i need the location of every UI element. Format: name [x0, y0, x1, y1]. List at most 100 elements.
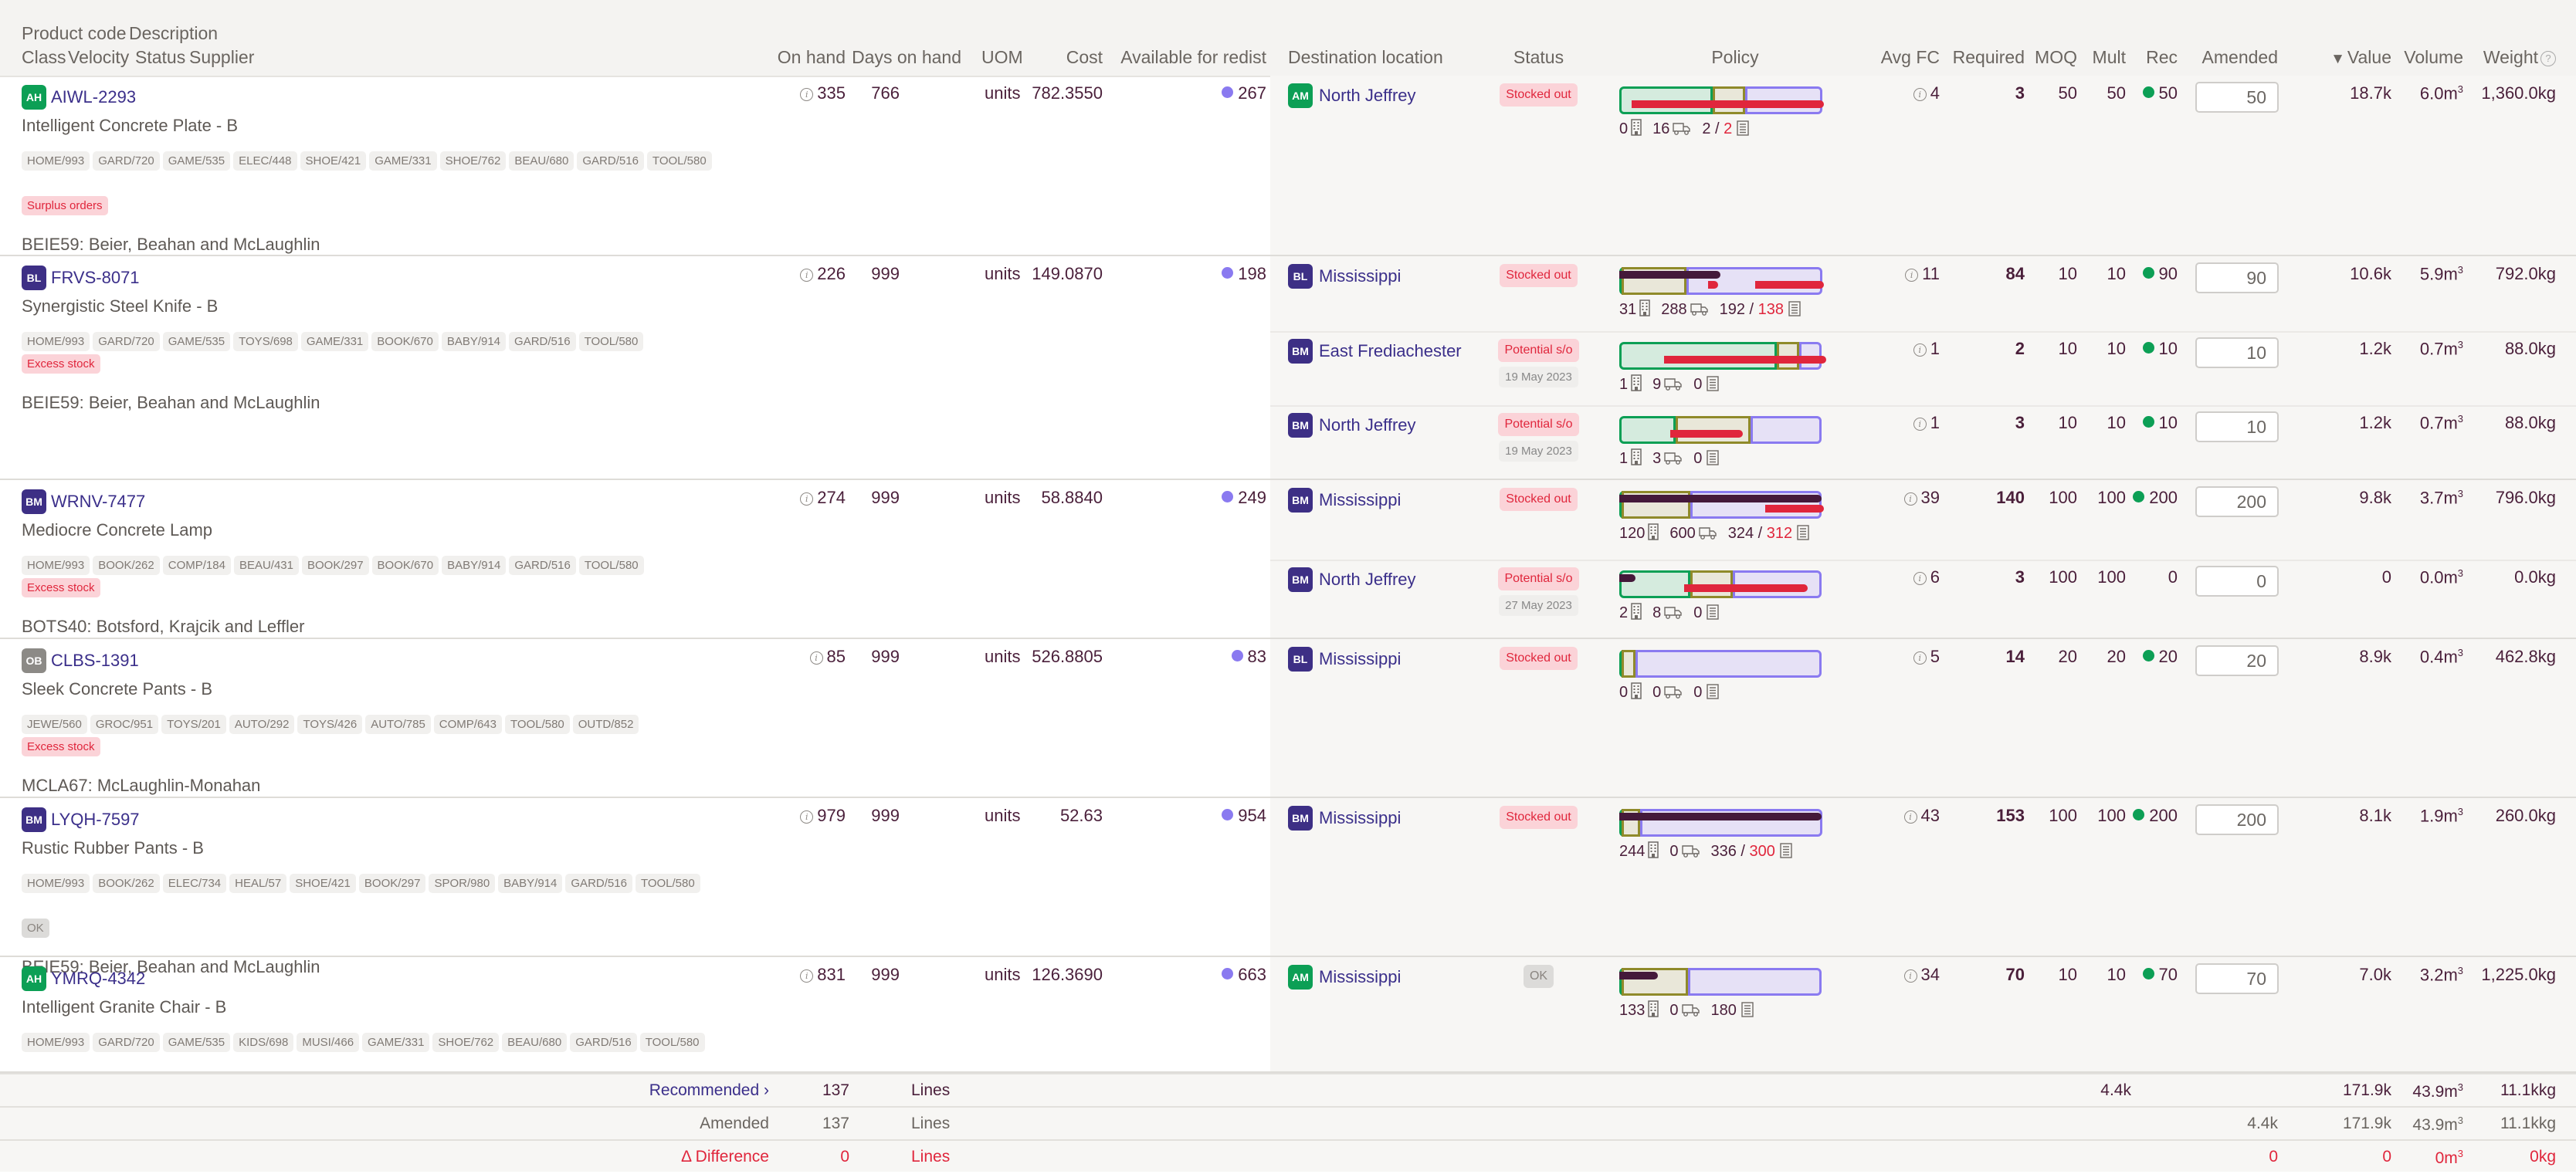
destination-name-link[interactable]: Mississippi: [1319, 266, 1401, 286]
policy-bar[interactable]: [1619, 809, 1822, 837]
header-cost[interactable]: Cost: [1066, 47, 1103, 68]
product-code-link[interactable]: YMRQ-4342: [51, 969, 145, 988]
amended-quantity-input[interactable]: [2195, 804, 2279, 835]
supplier-name: BOTS40: Botsford, Krajcik and Leffler: [22, 617, 305, 636]
amended-quantity-input[interactable]: [2195, 337, 2279, 368]
volume-unit: m: [2443, 647, 2458, 667]
policy-bar[interactable]: [1619, 267, 1824, 295]
header-supplier[interactable]: Supplier: [189, 47, 254, 68]
header-velocity[interactable]: Velocity: [68, 47, 129, 68]
policy-bar[interactable]: [1619, 86, 1824, 114]
header-weight[interactable]: Weight?: [2483, 47, 2556, 68]
info-icon[interactable]: i: [800, 88, 814, 101]
amended-lines-count: 137: [822, 1115, 849, 1132]
info-icon[interactable]: i: [1913, 343, 1927, 357]
header-status[interactable]: Status: [135, 47, 185, 68]
destination-name-link[interactable]: North Jeffrey: [1319, 86, 1416, 105]
product-code-link[interactable]: CLBS-1391: [51, 651, 139, 670]
category-tag: OUTD/852: [572, 715, 639, 734]
recommended-link[interactable]: Recommended ›: [649, 1081, 769, 1100]
product-code-link[interactable]: WRNV-7477: [51, 492, 145, 511]
orders-count: 0: [1693, 450, 1703, 467]
category-tag: BABY/914: [442, 556, 507, 575]
header-product-code[interactable]: Product code: [22, 23, 127, 44]
status-badge: Potential s/o: [1498, 567, 1579, 590]
header-value[interactable]: ▼ Value: [2330, 47, 2391, 68]
header-volume[interactable]: Volume: [2404, 47, 2463, 68]
help-icon[interactable]: ?: [2540, 51, 2556, 66]
amended-quantity-input[interactable]: [2195, 411, 2279, 442]
amended-quantity-input[interactable]: [2195, 82, 2279, 113]
category-tag: SPOR/980: [429, 874, 496, 893]
destination-name-link[interactable]: East Frediachester: [1319, 341, 1462, 360]
header-moq[interactable]: MOQ: [2035, 47, 2077, 68]
policy-onhand-bar: [1619, 813, 1822, 820]
destination-status: Potential s/o 19 May 2023: [1490, 413, 1587, 462]
policy-bar[interactable]: [1619, 650, 1822, 678]
header-avg-fc[interactable]: Avg FC: [1881, 47, 1940, 68]
destination-name-link[interactable]: Mississippi: [1319, 808, 1401, 827]
amended-quantity-input[interactable]: [2195, 262, 2279, 293]
status-badge: Potential s/o: [1498, 339, 1579, 362]
info-icon[interactable]: i: [1903, 492, 1917, 506]
policy-bar[interactable]: [1619, 416, 1822, 444]
value-amount: 7.0k: [2359, 965, 2391, 984]
amended-quantity-input[interactable]: [2195, 963, 2279, 994]
header-destination[interactable]: Destination location: [1288, 47, 1443, 68]
info-icon[interactable]: i: [1905, 269, 1919, 282]
weight-amount: 1,360.0kg: [2481, 83, 2556, 103]
product-code-link[interactable]: AIWL-2293: [51, 87, 136, 107]
product-code-link[interactable]: FRVS-8071: [51, 268, 140, 287]
header-amended[interactable]: Amended: [2202, 47, 2278, 68]
header-status-col[interactable]: Status: [1490, 47, 1587, 68]
destination-name-link[interactable]: Mississippi: [1319, 967, 1401, 986]
header-policy[interactable]: Policy: [1619, 47, 1851, 68]
policy-segment-purple: [1751, 416, 1822, 444]
header-uom[interactable]: UOM: [981, 47, 1023, 68]
info-icon[interactable]: i: [1913, 572, 1927, 585]
uom-value: units: [985, 965, 1021, 984]
info-icon[interactable]: i: [800, 492, 814, 506]
info-icon[interactable]: i: [1913, 418, 1927, 431]
volume-amount: 5.9m3: [2420, 264, 2463, 284]
destination-name-link[interactable]: Mississippi: [1319, 490, 1401, 509]
header-description[interactable]: Description: [129, 23, 218, 44]
amended-value: 171.9k: [2342, 1115, 2391, 1132]
category-tag: ELEC/734: [162, 874, 227, 893]
on-hand-value: i 979: [800, 806, 846, 826]
destination-name-link[interactable]: North Jeffrey: [1319, 570, 1416, 589]
policy-bar[interactable]: [1619, 342, 1826, 370]
info-icon[interactable]: i: [800, 810, 814, 824]
info-icon[interactable]: i: [809, 651, 823, 665]
category-tag: GARD/516: [509, 556, 576, 575]
policy-bar[interactable]: [1619, 968, 1822, 996]
info-icon[interactable]: i: [1913, 651, 1927, 665]
difference-volume: 0m3: [2435, 1148, 2463, 1167]
header-rec[interactable]: Rec: [2146, 47, 2178, 68]
policy-bar[interactable]: [1619, 570, 1822, 598]
destination-name-link[interactable]: North Jeffrey: [1319, 415, 1416, 435]
category-tag: BEAU/680: [509, 151, 575, 171]
rec-value: 10: [2142, 413, 2178, 433]
header-on-hand[interactable]: On hand: [778, 47, 846, 68]
class-badge: BM: [22, 489, 46, 514]
info-icon[interactable]: i: [1913, 88, 1927, 101]
product-code-link[interactable]: LYQH-7597: [51, 810, 140, 829]
destination-name-link[interactable]: Mississippi: [1319, 649, 1401, 668]
policy-bar[interactable]: [1619, 491, 1824, 519]
info-icon[interactable]: i: [800, 969, 814, 983]
uom-value: units: [985, 264, 1021, 283]
amended-quantity-input[interactable]: [2195, 566, 2279, 597]
header-mult[interactable]: Mult: [2093, 47, 2126, 68]
header-available[interactable]: Available for redist: [1120, 47, 1266, 68]
header-days-on-hand[interactable]: Days on hand: [852, 47, 961, 68]
info-icon[interactable]: i: [1903, 969, 1917, 983]
header-class[interactable]: Class: [22, 47, 66, 68]
header-required[interactable]: Required: [1953, 47, 2025, 68]
category-tag: GROC/951: [90, 715, 159, 734]
avg-fc-value: i4: [1913, 83, 1940, 103]
amended-quantity-input[interactable]: [2195, 486, 2279, 517]
info-icon[interactable]: i: [1903, 810, 1917, 824]
info-icon[interactable]: i: [800, 269, 814, 282]
amended-quantity-input[interactable]: [2195, 645, 2279, 676]
